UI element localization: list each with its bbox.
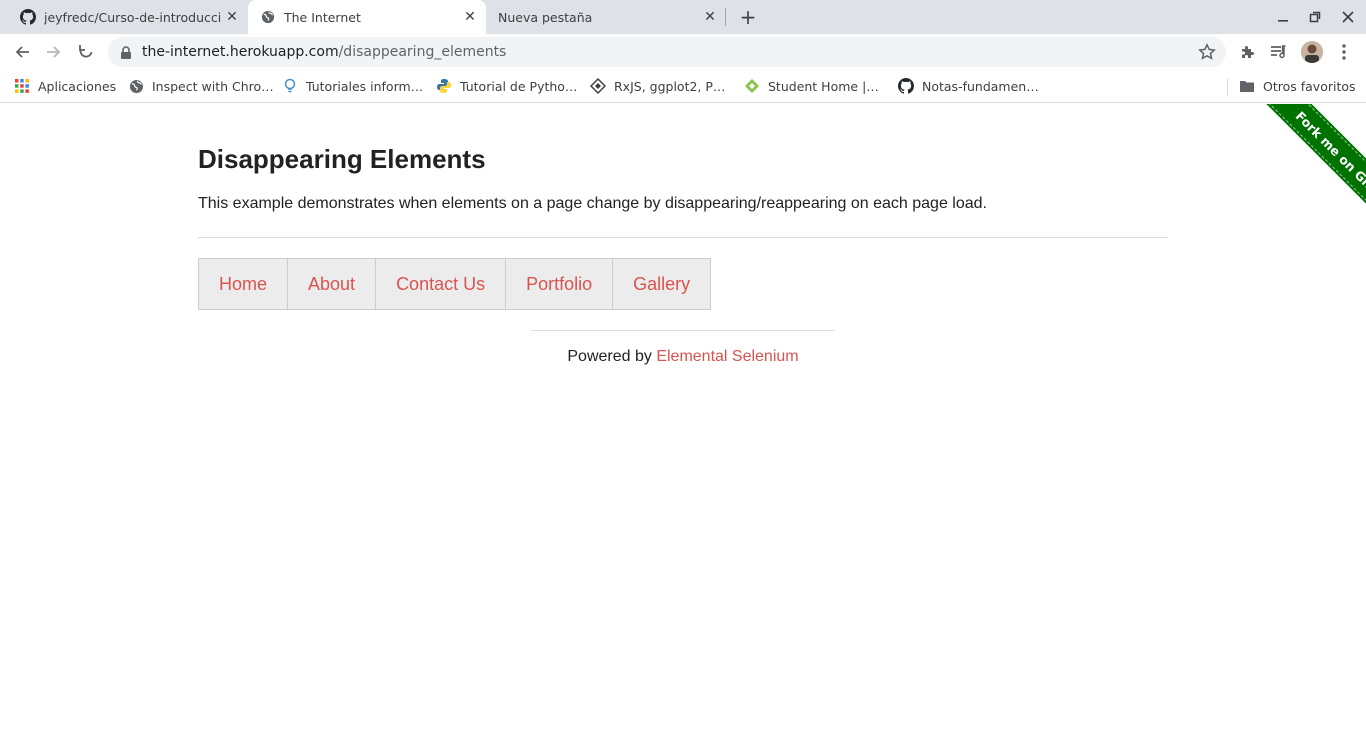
menu-list: Home About Contact Us Portfolio Gallery bbox=[198, 258, 712, 310]
bookmark-label: Notas-fundamen… bbox=[922, 78, 1039, 94]
menu-item-home[interactable]: Home bbox=[198, 258, 289, 310]
bookmark-inspect-chrome[interactable]: Inspect with Chro… bbox=[128, 70, 274, 102]
bulb-icon bbox=[282, 78, 298, 94]
folder-icon bbox=[1239, 78, 1255, 94]
page-description: This example demonstrates when elements … bbox=[198, 195, 987, 212]
bookmark-student-home[interactable]: Student Home |… bbox=[744, 70, 879, 102]
back-arrow-icon[interactable] bbox=[10, 40, 34, 64]
lock-icon[interactable] bbox=[120, 45, 132, 59]
divider bbox=[198, 237, 1168, 238]
github-icon bbox=[20, 9, 36, 25]
github-icon bbox=[898, 78, 914, 94]
bookmark-label: Tutorial de Pytho… bbox=[460, 78, 578, 94]
menu-item-gallery[interactable]: Gallery bbox=[612, 258, 712, 310]
other-bookmarks-label: Otros favoritos bbox=[1263, 78, 1356, 94]
footer-link-elemental-selenium[interactable]: Elemental Selenium bbox=[656, 348, 798, 365]
profile-avatar[interactable] bbox=[1301, 41, 1323, 63]
menu-item-contact-us[interactable]: Contact Us bbox=[375, 258, 507, 310]
python-icon bbox=[436, 78, 452, 94]
tab-title: Nueva pestaña bbox=[498, 9, 593, 25]
fork-me-ribbon[interactable]: Fork me on GitHub bbox=[1257, 104, 1366, 248]
tab-strip: jeyfredc/Curso-de-introduccio ✕ The Inte… bbox=[0, 0, 1366, 34]
menu-item-portfolio[interactable]: Portfolio bbox=[505, 258, 614, 310]
tab-github-repo[interactable]: jeyfredc/Curso-de-introduccio ✕ bbox=[0, 0, 248, 34]
diamond-green-icon bbox=[744, 78, 760, 94]
bookmarks-divider bbox=[1227, 78, 1228, 96]
reload-icon[interactable] bbox=[74, 40, 98, 64]
page-content: Fork me on GitHub Disappearing Elements … bbox=[0, 104, 1366, 741]
globe-icon bbox=[260, 9, 276, 25]
tab-divider bbox=[725, 8, 726, 26]
page-footer: Powered by Elemental Selenium bbox=[0, 348, 1366, 366]
tab-new-tab[interactable]: Nueva pestaña ✕ bbox=[486, 0, 726, 34]
minimize-icon[interactable] bbox=[1274, 8, 1292, 26]
bookmark-label: RxJS, ggplot2, P… bbox=[614, 78, 726, 94]
url-text[interactable]: the-internet.herokuapp.com/disappearing_… bbox=[142, 37, 506, 67]
tab-close-icon[interactable]: ✕ bbox=[460, 7, 480, 27]
more-menu-icon[interactable] bbox=[1333, 41, 1355, 63]
other-bookmarks-folder[interactable]: Otros favoritos bbox=[1239, 70, 1356, 102]
tab-close-icon[interactable]: ✕ bbox=[700, 7, 720, 27]
forward-arrow-icon[interactable] bbox=[42, 40, 66, 64]
restore-icon[interactable] bbox=[1306, 8, 1324, 26]
url-host: the-internet.herokuapp.com bbox=[142, 44, 339, 60]
fork-ribbon-container: Fork me on GitHub bbox=[1217, 104, 1366, 253]
bookmark-label: Inspect with Chro… bbox=[152, 78, 274, 94]
bookmark-tutoriales[interactable]: Tutoriales inform… bbox=[282, 70, 423, 102]
url-path: /disappearing_elements bbox=[338, 44, 507, 60]
address-bar[interactable]: the-internet.herokuapp.com/disappearing_… bbox=[108, 37, 1226, 67]
media-control-icon[interactable] bbox=[1268, 41, 1290, 63]
apps-grid-icon bbox=[14, 78, 30, 94]
globe-icon bbox=[128, 78, 144, 94]
footer-divider bbox=[531, 330, 835, 331]
menu-item-about[interactable]: About bbox=[287, 258, 377, 310]
bookmark-star-icon[interactable] bbox=[1198, 43, 1216, 61]
page-title: Disappearing Elements bbox=[198, 144, 486, 174]
tab-close-icon[interactable]: ✕ bbox=[222, 7, 242, 27]
bookmark-tutorial-python[interactable]: Tutorial de Pytho… bbox=[436, 70, 577, 102]
tab-the-internet[interactable]: The Internet ✕ bbox=[248, 0, 486, 34]
bookmark-label: Tutoriales inform… bbox=[306, 78, 424, 94]
bookmark-notas-fundamentos[interactable]: Notas-fundamen… bbox=[898, 70, 1039, 102]
extensions-puzzle-icon[interactable] bbox=[1237, 41, 1259, 63]
tab-title: jeyfredc/Curso-de-introduccio bbox=[44, 9, 222, 25]
new-tab-button[interactable]: + bbox=[737, 5, 759, 29]
bookmarks-bar: Aplicaciones Inspect with Chro… Tutorial… bbox=[0, 70, 1366, 103]
bookmark-label: Aplicaciones bbox=[38, 78, 117, 94]
bookmark-label: Student Home |… bbox=[768, 78, 879, 94]
bookmark-aplicaciones[interactable]: Aplicaciones bbox=[14, 70, 116, 102]
footer-text: Powered by bbox=[567, 348, 657, 365]
browser-toolbar: the-internet.herokuapp.com/disappearing_… bbox=[0, 34, 1366, 70]
close-window-icon[interactable] bbox=[1339, 8, 1357, 26]
diamond-icon bbox=[590, 78, 606, 94]
tab-title: The Internet bbox=[284, 9, 361, 25]
bookmark-rxjs[interactable]: RxJS, ggplot2, P… bbox=[590, 70, 725, 102]
